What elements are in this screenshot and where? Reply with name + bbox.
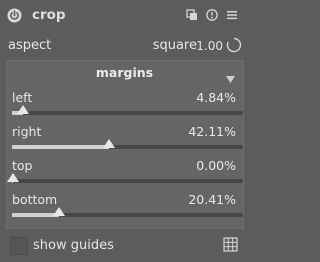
reset-icon[interactable] [206,9,218,21]
aspect-dropdown[interactable]: square [153,38,197,53]
section-divider [6,83,243,84]
slider-label-left: left [12,90,33,105]
slider-label-top: top [12,158,33,173]
slider-label-bottom: bottom [12,192,58,207]
collapse-arrow-icon[interactable] [226,68,235,83]
slider-value-top: 0.00% [196,158,236,173]
slider-thumb[interactable] [17,105,29,114]
slider-fill [12,213,59,217]
slider-value-bottom: 20.41% [188,192,236,207]
slider-bottom[interactable] [12,207,243,217]
guides-grid-icon[interactable] [223,237,238,252]
slider-right[interactable] [12,139,243,149]
aspect-label: aspect [8,38,52,53]
slider-fill [12,145,109,149]
rotate-aspect-icon[interactable] [226,37,242,53]
slider-top[interactable] [7,173,243,183]
show-guides-label: show guides [33,238,114,253]
slider-label-right: right [12,124,42,139]
slider-value-right: 42.11% [188,124,236,139]
power-icon[interactable] [7,8,22,23]
slider-thumb[interactable] [103,139,115,148]
slider-value-left: 4.84% [196,90,236,105]
slider-left[interactable] [12,105,243,115]
show-guides-checkbox[interactable] [10,237,28,255]
margins-title[interactable]: margins [0,65,249,80]
aspect-ratio-value: 1.00 [196,39,223,53]
menu-icon[interactable] [226,9,238,21]
presets-icon[interactable] [186,9,198,21]
slider-thumb[interactable] [7,173,19,182]
module-title: crop [32,7,66,23]
slider-thumb[interactable] [53,207,65,216]
